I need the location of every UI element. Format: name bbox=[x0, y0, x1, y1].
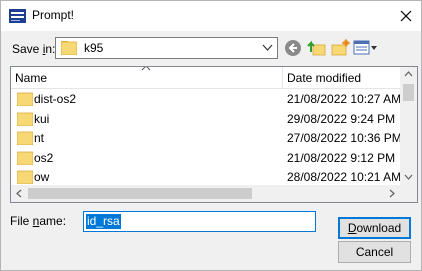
up-folder-icon[interactable] bbox=[306, 38, 328, 58]
file-date: 21/08/2022 9:12 PM bbox=[287, 150, 396, 165]
file-list[interactable]: Name Date modified dist-os2 21/08/2022 1… bbox=[10, 66, 418, 203]
scroll-left-arrow-icon[interactable] bbox=[16, 189, 22, 198]
close-icon[interactable] bbox=[393, 4, 419, 28]
folder-icon bbox=[17, 151, 33, 165]
save-in-dropdown[interactable]: k95 bbox=[55, 37, 278, 59]
back-arrow-icon[interactable] bbox=[282, 38, 304, 58]
file-name: dist-os2 bbox=[34, 92, 77, 106]
folder-icon bbox=[17, 170, 33, 184]
file-rows: dist-os2 21/08/2022 10:27 AM kui 29/08/2… bbox=[11, 89, 402, 187]
horizontal-scrollbar[interactable] bbox=[11, 185, 401, 202]
list-item[interactable]: ow 28/08/2022 10:21 AM bbox=[11, 167, 401, 187]
vertical-scrollbar[interactable] bbox=[400, 67, 417, 185]
file-name: kui bbox=[34, 111, 50, 126]
cancel-button[interactable]: Cancel bbox=[338, 241, 411, 263]
file-name-input[interactable]: id_rsa bbox=[83, 211, 316, 232]
file-date: 29/08/2022 9:24 PM bbox=[287, 111, 396, 126]
file-date: 27/08/2022 10:36 PM bbox=[287, 131, 402, 145]
sort-ascending-icon bbox=[141, 67, 151, 71]
window-title: Prompt! bbox=[32, 8, 75, 22]
list-item[interactable]: os2 21/08/2022 9:12 PM bbox=[11, 148, 401, 168]
list-header: Name Date modified bbox=[11, 67, 401, 89]
scroll-up-arrow-icon[interactable] bbox=[404, 71, 413, 77]
list-item[interactable]: kui 29/08/2022 9:24 PM bbox=[11, 109, 401, 129]
folder-icon bbox=[17, 131, 33, 145]
title-bar: Prompt! bbox=[1, 1, 421, 31]
file-name-value: id_rsa bbox=[86, 214, 121, 229]
file-name: ow bbox=[34, 170, 50, 184]
file-date: 21/08/2022 10:27 AM bbox=[287, 92, 402, 106]
file-name: os2 bbox=[34, 150, 54, 165]
file-name: nt bbox=[34, 131, 45, 145]
chevron-down-icon bbox=[262, 44, 273, 51]
scroll-right-arrow-icon[interactable] bbox=[389, 189, 395, 198]
column-header-date-modified[interactable]: Date modified bbox=[287, 71, 361, 85]
file-dialog-window: Prompt! Save in: k95 Name Date modified … bbox=[0, 0, 422, 271]
vertical-scroll-thumb[interactable] bbox=[403, 84, 414, 101]
scrollbar-corner bbox=[400, 185, 417, 202]
horizontal-scroll-thumb[interactable] bbox=[28, 188, 252, 199]
app-icon bbox=[9, 9, 26, 23]
folder-icon bbox=[17, 92, 33, 106]
folder-icon bbox=[17, 112, 33, 126]
column-divider[interactable] bbox=[282, 67, 283, 89]
folder-icon bbox=[61, 41, 77, 55]
view-menu-icon[interactable] bbox=[353, 38, 379, 58]
new-folder-icon[interactable] bbox=[329, 38, 351, 58]
current-location: k95 bbox=[84, 41, 104, 55]
save-in-label: Save in: bbox=[12, 42, 56, 56]
scroll-down-arrow-icon[interactable] bbox=[404, 174, 413, 180]
list-item[interactable]: dist-os2 21/08/2022 10:27 AM bbox=[11, 89, 401, 109]
column-header-name[interactable]: Name bbox=[15, 71, 47, 85]
file-name-label: File name: bbox=[10, 214, 67, 228]
download-button[interactable]: Download bbox=[338, 217, 411, 239]
file-date: 28/08/2022 10:21 AM bbox=[287, 170, 402, 184]
list-item[interactable]: nt 27/08/2022 10:36 PM bbox=[11, 128, 402, 148]
